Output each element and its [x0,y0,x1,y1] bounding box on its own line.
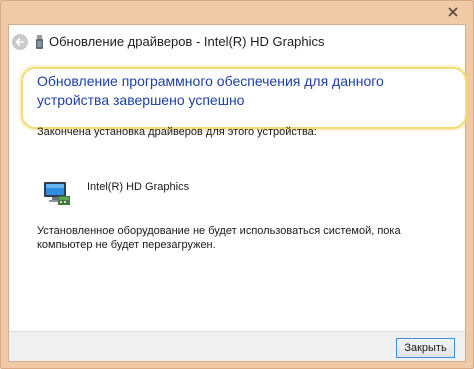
dialog-content: Обновление драйверов - Intel(R) HD Graph… [8,24,467,362]
dialog-window: Обновление драйверов - Intel(R) HD Graph… [0,0,474,369]
window-titlebar[interactable] [1,1,473,25]
dialog-footer: Закрыть [9,331,465,361]
back-button[interactable] [12,34,28,50]
dialog-title: Обновление драйверов - Intel(R) HD Graph… [49,34,325,49]
window-close-button[interactable] [439,1,467,22]
main-instruction: Обновление программного обеспечения для … [37,73,384,108]
dialog-header: Обновление драйверов - Intel(R) HD Graph… [9,31,465,53]
back-arrow-icon [15,38,25,46]
device-name: Intel(R) HD Graphics [87,181,190,193]
display-adapter-icon [44,182,70,205]
close-button[interactable]: Закрыть [396,338,455,358]
restart-notice: Установленное оборудование не будет испо… [37,225,401,251]
device-list-item: Intel(R) HD Graphics [37,178,337,208]
usb-device-icon [36,35,43,49]
close-x-icon [448,6,458,17]
installed-drivers-label: Закончена установка драйверов для этого … [37,126,317,138]
